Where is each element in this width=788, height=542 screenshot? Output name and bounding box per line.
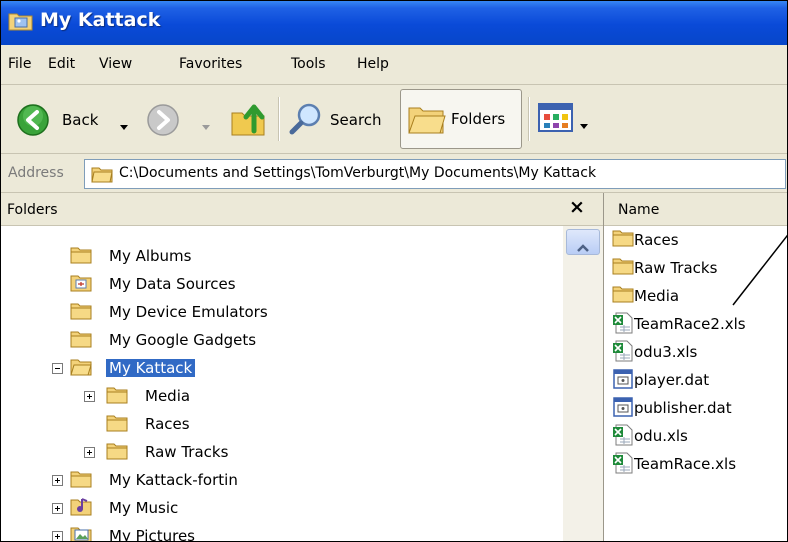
dat-file-icon: [612, 396, 634, 422]
folders-label: Folders: [451, 110, 506, 128]
file-name: odu.xls: [634, 427, 688, 445]
folder-app-icon: [8, 10, 34, 36]
open-folder-icon: [70, 357, 92, 380]
menu-view[interactable]: View: [99, 56, 132, 72]
file-name: player.dat: [634, 371, 710, 389]
back-button[interactable]: Back: [12, 95, 130, 141]
search-icon: [288, 101, 324, 141]
tree-item-label: My Device Emulators: [109, 303, 268, 321]
file-name: TeamRace2.xls: [634, 315, 746, 333]
toolbar-separator: [278, 97, 280, 141]
tree-item-label: Races: [145, 415, 190, 433]
vertical-scrollbar[interactable]: [563, 226, 603, 542]
folder-icon: [612, 256, 634, 279]
chevron-up-icon: [577, 237, 589, 256]
views-button[interactable]: [538, 101, 596, 137]
folder-icon: [70, 469, 92, 492]
folders-pane-header: Folders ×: [0, 193, 603, 226]
tree-item-label: My Albums: [109, 247, 192, 265]
views-icon: [538, 103, 574, 137]
name-column-header[interactable]: Name: [604, 193, 788, 226]
expand-plus-icon[interactable]: [52, 503, 63, 514]
tree-item-label: Raw Tracks: [145, 443, 229, 461]
tree-item-label: My Kattack-fortin: [109, 471, 238, 489]
menu-help[interactable]: Help: [357, 56, 389, 72]
folders-icon: [407, 102, 447, 140]
file-name: Races: [634, 231, 679, 249]
folder-icon: [70, 301, 92, 324]
file-name: Raw Tracks: [634, 259, 718, 277]
address-field[interactable]: C:\Documents and Settings\TomVerburgt\My…: [84, 159, 786, 189]
folders-pane-title: Folders: [7, 202, 58, 218]
expand-plus-icon[interactable]: [84, 447, 95, 458]
excel-file-icon: [612, 340, 634, 366]
address-label: Address: [8, 165, 64, 181]
callout-line: [732, 233, 788, 306]
folder-icon: [70, 329, 92, 352]
music-folder-icon: [70, 497, 92, 520]
name-column-label: Name: [618, 202, 660, 218]
folder-icon: [612, 228, 634, 251]
address-folder-icon: [91, 164, 113, 187]
tree-item-label: My Kattack: [106, 359, 196, 377]
search-label: Search: [330, 111, 382, 129]
excel-file-icon: [612, 452, 634, 478]
views-dropdown-icon: [580, 115, 588, 134]
explorer-window: My Kattack File Edit View Favorites Tool…: [0, 0, 788, 542]
file-name: odu3.xls: [634, 343, 698, 361]
toolbar-separator: [528, 97, 530, 141]
forward-button[interactable]: [142, 95, 214, 141]
folder-icon: [70, 245, 92, 268]
back-label: Back: [62, 111, 99, 129]
file-name: TeamRace.xls: [634, 455, 737, 473]
expand-plus-icon[interactable]: [52, 531, 63, 542]
menu-bar: File Edit View Favorites Tools Help: [0, 45, 788, 85]
file-name: Media: [634, 287, 680, 305]
folders-button[interactable]: Folders: [400, 89, 522, 149]
menu-edit[interactable]: Edit: [48, 56, 75, 72]
expand-plus-icon[interactable]: [84, 391, 95, 402]
folder-icon: [106, 413, 128, 436]
window-title: My Kattack: [40, 9, 161, 31]
close-icon[interactable]: ×: [569, 196, 585, 218]
forward-dropdown-icon: [202, 116, 210, 135]
back-arrow-icon: [16, 103, 50, 141]
tree-item-label: My Data Sources: [109, 275, 236, 293]
tree-item-label: My Music: [109, 499, 179, 517]
excel-file-icon: [612, 312, 634, 338]
scroll-up-button[interactable]: [566, 229, 600, 255]
folder-icon: [106, 441, 128, 464]
address-bar: Address C:\Documents and Settings\TomVer…: [0, 154, 788, 193]
file-name: publisher.dat: [634, 399, 732, 417]
pictures-folder-icon: [70, 525, 92, 542]
expand-plus-icon[interactable]: [52, 475, 63, 486]
tree-item-label: My Pictures: [109, 527, 195, 542]
toolbar: Back Search Folders: [0, 85, 788, 154]
menu-favorites[interactable]: Favorites: [179, 56, 242, 72]
folder-icon: [612, 284, 634, 307]
forward-arrow-icon: [146, 103, 180, 141]
folder-icon: [106, 385, 128, 408]
menu-tools[interactable]: Tools: [291, 56, 326, 72]
data-sources-folder-icon: [70, 273, 92, 296]
tree-item-label: Media: [145, 387, 191, 405]
folders-pane: Folders × My Albums My Data Sources My Dev…: [0, 193, 604, 542]
dat-file-icon: [612, 368, 634, 394]
menu-file[interactable]: File: [8, 56, 31, 72]
up-folder-icon: [230, 101, 268, 141]
collapse-minus-icon[interactable]: [52, 363, 63, 374]
tree-item-label: My Google Gadgets: [109, 331, 257, 349]
title-bar[interactable]: My Kattack: [0, 0, 788, 45]
address-path: C:\Documents and Settings\TomVerburgt\My…: [119, 165, 597, 181]
excel-file-icon: [612, 424, 634, 450]
up-folder-button[interactable]: [226, 95, 272, 141]
search-button[interactable]: Search: [286, 95, 394, 141]
back-dropdown-icon: [120, 116, 128, 135]
